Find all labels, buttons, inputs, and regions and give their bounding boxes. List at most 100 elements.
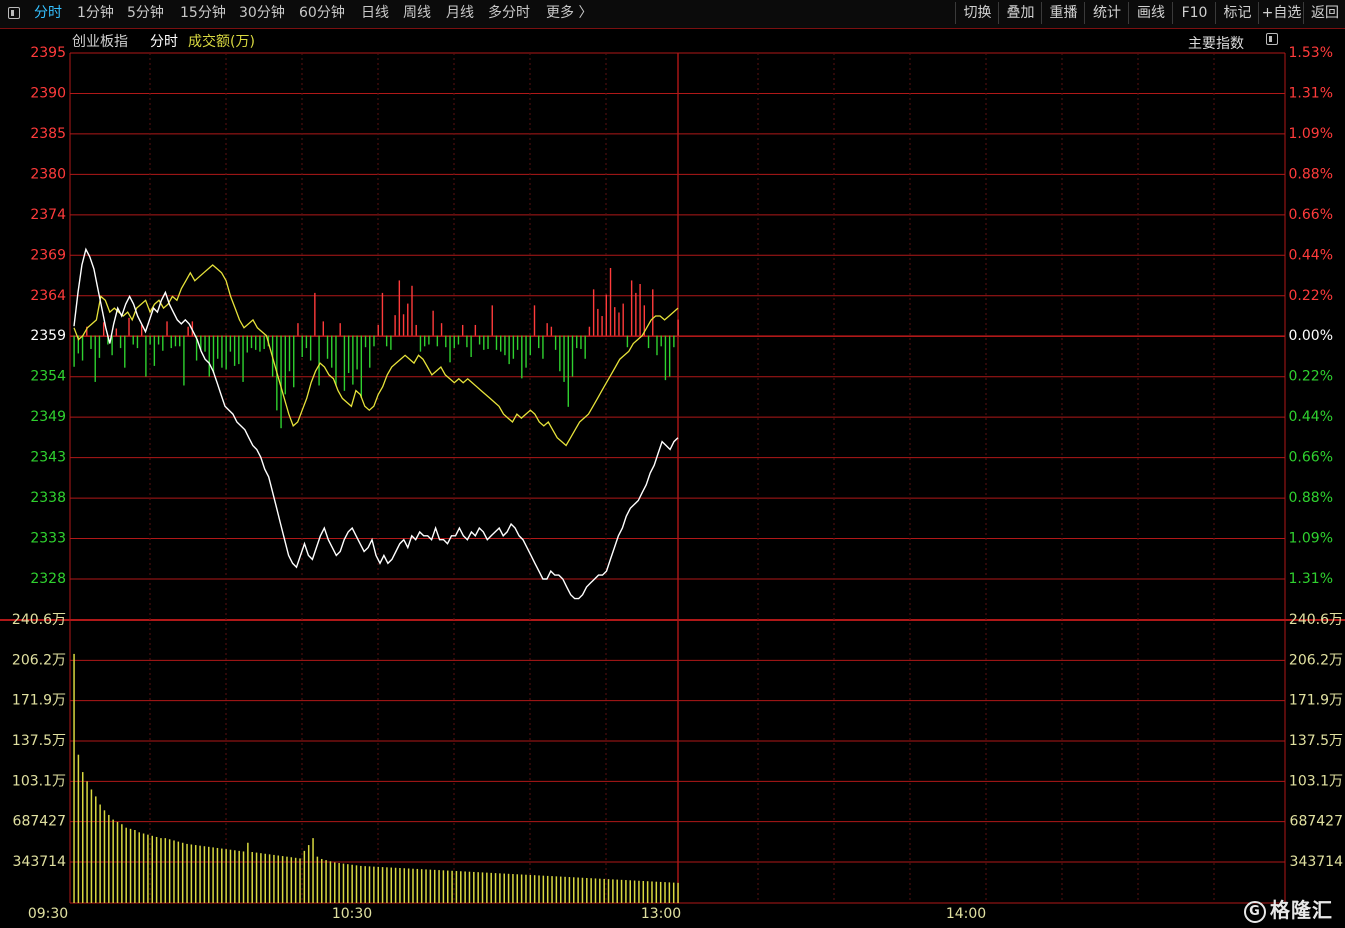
- volume-bar: [525, 874, 527, 903]
- change-bar: [432, 310, 434, 336]
- period-tab[interactable]: 更多 〉: [546, 3, 592, 23]
- change-bar: [449, 335, 451, 363]
- volume-bar: [677, 882, 679, 903]
- volume-bar: [99, 804, 101, 903]
- volume-bar: [329, 861, 332, 903]
- volume-bar: [234, 850, 236, 903]
- brand-g-icon: G: [1244, 900, 1266, 923]
- change-bar: [212, 335, 215, 374]
- intraday-chart[interactable]: 2395 1.53% 2390 1.31% 2385 1.09% 2380 0.88% 2374…: [0, 29, 1345, 928]
- change-bar: [504, 335, 506, 356]
- volume-bar: [186, 843, 188, 903]
- volume-bar: [81, 772, 84, 903]
- change-bar: [381, 292, 384, 336]
- change-bar: [157, 335, 160, 345]
- price-tick-label: 2359: [30, 328, 66, 344]
- toolbar-action-button[interactable]: 标记: [1215, 2, 1259, 24]
- volume-bar: [416, 868, 419, 903]
- period-tab[interactable]: 15分钟: [180, 3, 226, 23]
- change-bar: [343, 335, 346, 391]
- volume-tick-label: 137.5万: [12, 733, 66, 749]
- volume-bar: [116, 821, 119, 903]
- change-bar: [588, 326, 591, 336]
- change-bar: [576, 335, 578, 349]
- toolbar-action-button[interactable]: 叠加: [998, 2, 1042, 24]
- volume-bar: [664, 882, 666, 903]
- average-price-line: [73, 264, 679, 447]
- pct-tick-label: 0.22%: [1289, 288, 1333, 304]
- toolbar-action-button[interactable]: 切换: [955, 2, 999, 24]
- change-bar: [453, 335, 455, 349]
- volume-bar: [672, 882, 675, 903]
- period-tab[interactable]: 周线: [403, 3, 431, 23]
- volume-bar: [529, 874, 532, 903]
- volume-bar: [433, 869, 436, 903]
- volume-bar: [559, 876, 562, 903]
- change-bar: [597, 308, 599, 336]
- volume-bar: [299, 858, 301, 903]
- volume-tick-label-right: 206.2万: [1289, 652, 1343, 668]
- toolbar-action-button[interactable]: +自选: [1258, 2, 1304, 24]
- volume-bar: [599, 878, 601, 903]
- period-tab[interactable]: 日线: [361, 3, 389, 23]
- volume-bar: [429, 869, 432, 903]
- volume-bar: [342, 863, 345, 903]
- change-bar: [246, 335, 248, 353]
- toolbar-action-button[interactable]: 返回: [1303, 2, 1345, 24]
- period-tab[interactable]: 多分时: [488, 3, 530, 23]
- volume-bar: [373, 866, 375, 903]
- volume-tick-label: 240.6万: [12, 612, 66, 628]
- volume-bar: [281, 856, 284, 903]
- change-bar: [592, 289, 595, 336]
- toolbar-action-button[interactable]: F10: [1172, 2, 1216, 24]
- volume-bar: [460, 871, 462, 903]
- panel-toggle-icon[interactable]: [8, 7, 20, 19]
- change-bar: [81, 335, 84, 361]
- volume-bar: [364, 866, 366, 903]
- volume-bar: [251, 852, 253, 903]
- change-bar: [94, 335, 96, 382]
- toolbar-action-button[interactable]: 重播: [1041, 2, 1085, 24]
- volume-bar: [325, 860, 327, 903]
- change-bar: [554, 335, 557, 350]
- period-tab[interactable]: 60分钟: [299, 3, 345, 23]
- period-tab[interactable]: 30分钟: [239, 3, 285, 23]
- period-tab[interactable]: 月线: [446, 3, 474, 23]
- period-tab[interactable]: 5分钟: [127, 3, 164, 23]
- volume-bar: [168, 839, 171, 903]
- price-tick-label: 2369: [30, 247, 66, 263]
- change-bar: [550, 326, 553, 336]
- price-tick-label: 2343: [30, 450, 66, 466]
- volume-bar: [499, 873, 501, 903]
- change-bar: [538, 335, 540, 349]
- volume-bar: [73, 653, 75, 903]
- volume-tick-label-right: 687427: [1290, 814, 1343, 830]
- period-tab[interactable]: 1分钟: [77, 3, 114, 23]
- change-bar: [483, 335, 485, 350]
- change-bar: [360, 335, 363, 398]
- change-bar: [466, 335, 468, 348]
- volume-bar: [151, 835, 154, 903]
- volume-bar: [533, 875, 536, 903]
- volume-bar: [194, 845, 197, 903]
- change-bar: [428, 335, 430, 345]
- toolbar-action-button[interactable]: 画线: [1128, 2, 1173, 24]
- change-bar: [529, 335, 531, 356]
- change-bar: [567, 335, 569, 407]
- price-tick-label: 2380: [30, 166, 66, 182]
- volume-bar: [77, 754, 80, 903]
- volume-bar: [351, 864, 353, 903]
- volume-bar: [377, 866, 379, 903]
- volume-bar: [216, 847, 219, 903]
- volume-bar: [155, 836, 158, 903]
- volume-bar: [173, 840, 175, 903]
- volume-bar: [181, 842, 184, 903]
- period-tab[interactable]: 分时: [34, 3, 62, 23]
- volume-bar: [551, 876, 553, 903]
- volume-bar: [494, 873, 497, 903]
- volume-bar: [486, 872, 488, 903]
- volume-tick-label: 171.9万: [12, 693, 66, 709]
- toolbar-action-button[interactable]: 统计: [1084, 2, 1129, 24]
- change-bar: [512, 335, 515, 359]
- change-bar: [166, 321, 168, 336]
